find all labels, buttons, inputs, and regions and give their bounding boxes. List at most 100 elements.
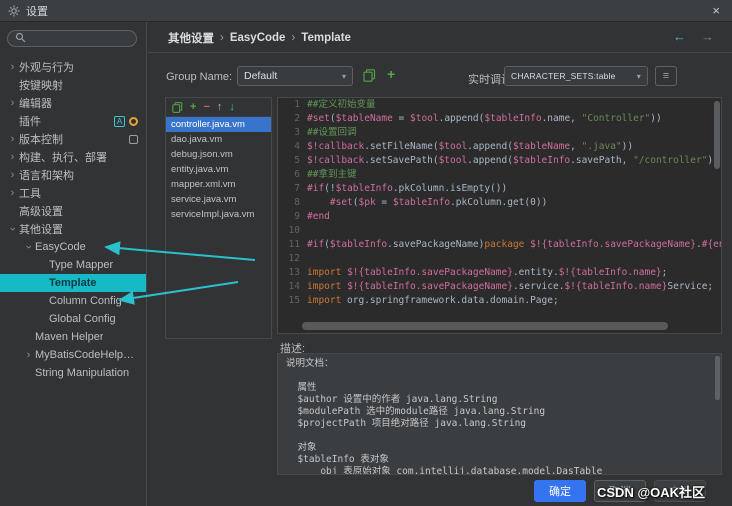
description-line: obj 表原始对象 com.intellij.database.model.Da… xyxy=(286,466,603,475)
chevron-right-icon[interactable]: › xyxy=(6,169,19,181)
sidebar-item-plugins[interactable]: 插件 A xyxy=(0,112,146,130)
code-line[interactable]: 15 import org.springframework.data.domain… xyxy=(278,294,721,308)
back-icon[interactable]: ← xyxy=(673,29,686,44)
move-up-icon[interactable]: ↑ xyxy=(217,101,223,113)
code-line[interactable]: 6 ##拿到主键 xyxy=(278,168,721,182)
chevron-down-icon[interactable]: › xyxy=(7,223,19,236)
sidebar-item-languages-frameworks[interactable]: › 语言和架构 xyxy=(0,166,146,184)
template-file-item[interactable]: dao.java.vm xyxy=(166,132,271,147)
line-number: 1 xyxy=(294,99,300,110)
code-text: $!callback.setSavePath($tool.append($tab… xyxy=(307,155,719,166)
sidebar-item-label: 编辑器 xyxy=(19,98,52,110)
description-line: $author 设置中的作者 java.lang.String xyxy=(286,394,498,405)
code-editor[interactable]: 1 ##定义初始变量 2 #set($tableName = $tool.append… xyxy=(277,97,722,334)
code-line[interactable]: 10 xyxy=(278,224,721,238)
breadcrumb-part[interactable]: 其他设置 xyxy=(168,30,214,46)
sidebar-item-appearance-behavior[interactable]: › 外观与行为 xyxy=(0,58,146,76)
editor-vertical-scrollbar[interactable] xyxy=(714,101,720,169)
move-down-icon[interactable]: ↓ xyxy=(229,101,235,113)
sidebar-item-other-settings[interactable]: › 其他设置 xyxy=(0,220,146,238)
code-line[interactable]: 4 $!callback.setFileName($tool.append($ta… xyxy=(278,140,721,154)
chevron-right-icon[interactable]: › xyxy=(6,61,19,73)
line-number: 4 xyxy=(294,141,300,152)
sidebar-item-tools[interactable]: › 工具 xyxy=(0,184,146,202)
group-name-value: Default xyxy=(244,70,278,82)
ok-button[interactable]: 确定 xyxy=(534,480,586,502)
description-line xyxy=(286,430,721,442)
add-group-icon[interactable]: + xyxy=(387,66,395,82)
sidebar-item-editor[interactable]: › 编辑器 xyxy=(0,94,146,112)
editor-horizontal-scrollbar[interactable] xyxy=(302,322,668,330)
sidebar-item-maven-helper[interactable]: Maven Helper xyxy=(0,328,146,346)
code-line[interactable]: 8 #set($pk = $tableInfo.pkColumn.get(0)) xyxy=(278,196,721,210)
sidebar-item-advanced-settings[interactable]: 高级设置 xyxy=(0,202,146,220)
code-line[interactable]: 9 #end xyxy=(278,210,721,224)
sidebar-item-template[interactable]: Template xyxy=(0,274,146,292)
code-text: #if(!$tableInfo.pkColumn.isEmpty()) xyxy=(307,183,508,194)
sidebar-item-column-config[interactable]: Column Config xyxy=(0,292,146,310)
group-name-label: Group Name: xyxy=(166,71,233,83)
code-text: #end xyxy=(307,211,330,222)
code-line[interactable]: 14 import $!{tableInfo.savePackageName}.s… xyxy=(278,280,721,294)
template-file-item[interactable]: entity.java.vm xyxy=(166,162,271,177)
sidebar-item-keymap[interactable]: 按键映射 xyxy=(0,76,146,94)
add-template-icon[interactable]: + xyxy=(190,101,196,113)
sidebar-item-build-execution-deployment[interactable]: › 构建、执行、部署 xyxy=(0,148,146,166)
settings-dialog: 设置 × › 外观与行为 按键映射 › 编辑器 插件 A › 版本控制 › 构建、执行、部署 › 语言和… xyxy=(0,0,732,506)
sidebar-item-easycode[interactable]: › EasyCode xyxy=(0,238,146,256)
sidebar: › 外观与行为 按键映射 › 编辑器 插件 A › 版本控制 › 构建、执行、部署 › 语言和架构 › 工具… xyxy=(0,22,147,506)
sidebar-item-string-manipulation[interactable]: String Manipulation xyxy=(0,364,146,382)
line-number: 6 xyxy=(294,169,300,180)
sidebar-item-global-config[interactable]: Global Config xyxy=(0,310,146,328)
sidebar-item-type-mapper[interactable]: Type Mapper xyxy=(0,256,146,274)
debug-table-select[interactable]: CHARACTER_SETS:table ▾ xyxy=(504,66,648,86)
chevron-down-icon[interactable]: › xyxy=(23,241,35,254)
template-file-item[interactable]: serviceImpl.java.vm xyxy=(166,207,271,222)
sidebar-item-mybatiscodehelperpro[interactable]: ›MyBatisCodeHelperPro xyxy=(0,346,146,364)
close-icon[interactable]: × xyxy=(712,3,720,18)
template-file-item[interactable]: service.java.vm xyxy=(166,192,271,207)
copy-template-icon[interactable] xyxy=(172,101,183,113)
code-line[interactable]: 12 xyxy=(278,252,721,266)
template-file-list: controller.java.vm dao.java.vm debug.json.… xyxy=(166,117,271,222)
chevron-right-icon[interactable]: › xyxy=(6,97,19,109)
code-line[interactable]: 2 #set($tableName = $tool.append($tableIn… xyxy=(278,112,721,126)
chevron-right-icon[interactable]: › xyxy=(6,151,19,163)
chevron-right-icon[interactable]: › xyxy=(6,187,19,199)
description-line: 属性 xyxy=(286,382,317,393)
copy-group-icon[interactable] xyxy=(363,69,376,82)
template-file-item[interactable]: controller.java.vm xyxy=(166,117,271,132)
sidebar-item-label: String Manipulation xyxy=(35,367,130,379)
vcs-plugin-icon xyxy=(129,134,138,144)
code-line[interactable]: 13 import $!{tableInfo.savePackageName}.e… xyxy=(278,266,721,280)
code-line[interactable]: 1 ##定义初始变量 xyxy=(278,98,721,112)
template-file-item[interactable]: mapper.xml.vm xyxy=(166,177,271,192)
chevron-right-icon[interactable]: › xyxy=(22,349,35,361)
chevron-right-icon[interactable]: › xyxy=(6,133,19,145)
breadcrumb-part[interactable]: EasyCode xyxy=(230,32,286,44)
search-input[interactable] xyxy=(7,30,137,47)
translation-plugin-icon: A xyxy=(114,115,125,127)
code-line[interactable]: 7 #if(!$tableInfo.pkColumn.isEmpty()) xyxy=(278,182,721,196)
sidebar-item-label: 其他设置 xyxy=(19,224,63,236)
code-line[interactable]: 5 $!callback.setSavePath($tool.append($ta… xyxy=(278,154,721,168)
line-number: 10 xyxy=(288,225,300,236)
code-text: ##拿到主键 xyxy=(307,169,357,180)
code-line[interactable]: 3 ##设置回调 xyxy=(278,126,721,140)
description-scrollbar[interactable] xyxy=(715,356,720,400)
sidebar-item-label: 构建、执行、部署 xyxy=(19,152,107,164)
breadcrumb-part[interactable]: Template xyxy=(301,32,351,44)
description-line: 说明文档： xyxy=(286,358,334,369)
code-line[interactable]: 11 #if($tableInfo.savePackageName)package… xyxy=(278,238,721,252)
sidebar-item-version-control[interactable]: › 版本控制 xyxy=(0,130,146,148)
description-text: 说明文档： 属性 $author 设置中的作者 java.lang.String… xyxy=(286,358,721,475)
sidebar-item-label: 语言和架构 xyxy=(19,170,74,182)
plugin-gear-icon xyxy=(129,116,138,126)
template-file-item[interactable]: debug.json.vm xyxy=(166,147,271,162)
forward-icon[interactable]: → xyxy=(701,29,714,44)
debug-console-button[interactable]: ≡ xyxy=(655,66,677,86)
description-panel: 说明文档： 属性 $author 设置中的作者 java.lang.String… xyxy=(277,353,722,475)
group-name-select[interactable]: Default ▾ xyxy=(237,66,353,86)
remove-template-icon[interactable]: − xyxy=(203,101,209,113)
code-area: 1 ##定义初始变量 2 #set($tableName = $tool.append… xyxy=(278,98,721,308)
